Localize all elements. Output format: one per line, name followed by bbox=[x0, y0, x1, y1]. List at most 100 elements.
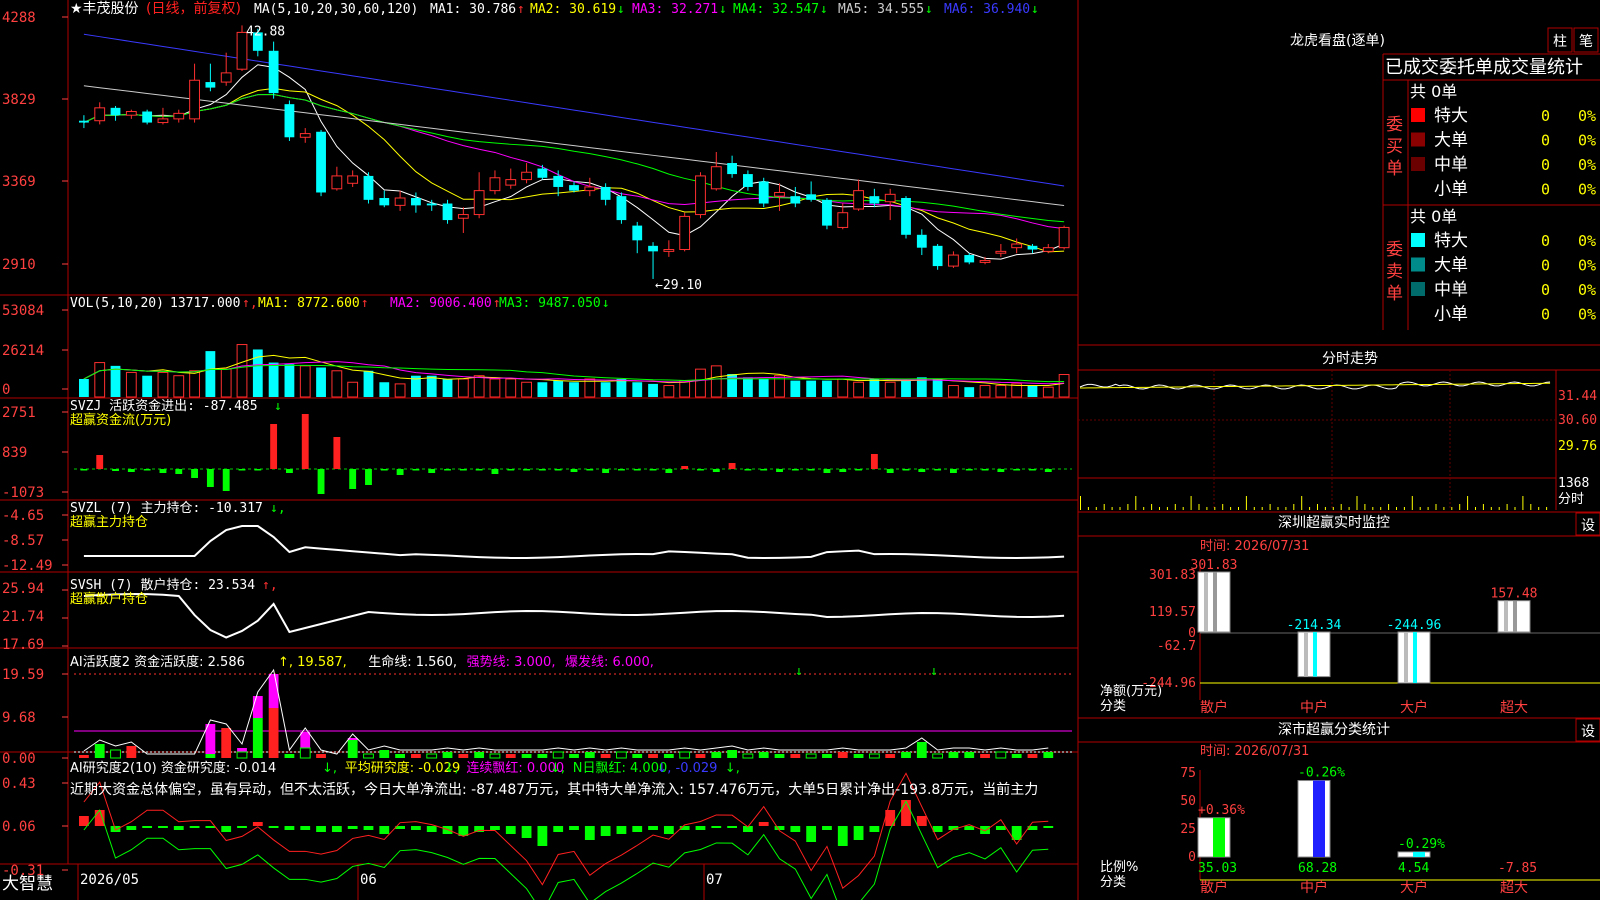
candle-down bbox=[553, 175, 564, 187]
volume-bar-up bbox=[1042, 386, 1054, 398]
row-color-swatch bbox=[1411, 282, 1425, 296]
volume-bar-down bbox=[363, 370, 374, 397]
ma-value: MA4: 32.547 bbox=[733, 2, 819, 17]
sz-settings-label: 设 bbox=[1581, 518, 1595, 534]
ai-active-bar bbox=[316, 754, 326, 758]
ai-active-bar bbox=[648, 754, 658, 758]
svzj-bar bbox=[1044, 469, 1052, 472]
timeshare-vol-tick bbox=[1206, 507, 1208, 510]
side-label: 卖 bbox=[1386, 262, 1403, 282]
sz-tick-label: 301.83 bbox=[1149, 568, 1196, 583]
volume-bar-down bbox=[822, 380, 832, 397]
ai-active-bar-top bbox=[300, 732, 311, 748]
svzj-bar bbox=[349, 469, 357, 489]
volume-bar-up bbox=[94, 362, 106, 398]
svzj-bar bbox=[238, 469, 246, 471]
ai-active-label: AI活跃度2 资金活跃度: 2.586 bbox=[70, 654, 245, 670]
ai-active-bar bbox=[458, 754, 469, 758]
ai-research-bar bbox=[553, 826, 564, 832]
row-color-swatch bbox=[1411, 157, 1425, 171]
candle-down bbox=[916, 234, 927, 248]
volume-bar-down bbox=[616, 378, 627, 397]
ma-label: MA(5,10,20,30,60,120) bbox=[254, 2, 418, 17]
row-pct: 0% bbox=[1578, 132, 1596, 150]
vol-tick-label: 0 bbox=[2, 382, 10, 398]
svzj-bar bbox=[965, 469, 973, 471]
row-count: 0 bbox=[1541, 232, 1550, 250]
ai-research-bar bbox=[521, 826, 532, 838]
price-tick-label: 3829 bbox=[2, 92, 36, 108]
volume-bar-up bbox=[473, 375, 485, 398]
svzj-bar bbox=[396, 469, 404, 475]
timeshare-vol-tick bbox=[1348, 507, 1350, 510]
volume-bar-up bbox=[853, 381, 864, 398]
svzj-bar bbox=[285, 469, 293, 473]
date-label: 06 bbox=[360, 872, 377, 888]
ai-research-part: ↓, bbox=[725, 761, 740, 776]
ai-research-bar bbox=[584, 826, 595, 840]
ai-research-bar bbox=[221, 826, 232, 832]
sz-category: 超大 bbox=[1500, 700, 1528, 716]
price-tick-label: 4288 bbox=[2, 10, 36, 26]
ai-active-bar bbox=[790, 754, 801, 758]
ai-research-comment: 近期大资金总体偏空，虽有异动，但不太活跃，今日大单净流出: -87.487万元，… bbox=[70, 781, 1038, 798]
svzj-bar bbox=[918, 469, 926, 472]
side-label: 委 bbox=[1386, 115, 1403, 135]
ai-research-bar bbox=[964, 826, 975, 830]
candle-down bbox=[379, 198, 390, 206]
svzj-bar bbox=[96, 455, 104, 469]
candle-down bbox=[426, 203, 437, 206]
volume-bar-down bbox=[869, 378, 880, 397]
sz-bar-shade bbox=[1204, 572, 1208, 632]
sc-tick-label: 50 bbox=[1180, 794, 1196, 809]
sz-axis-title: 净额(万元) bbox=[1100, 684, 1162, 699]
ai-active-bar-hollow bbox=[616, 751, 627, 759]
sz-bar-label: 301.83 bbox=[1191, 558, 1238, 573]
row-color-swatch bbox=[1411, 132, 1425, 147]
svzj-bar bbox=[523, 469, 531, 471]
timeshare-vol-tick bbox=[1135, 496, 1137, 510]
side-label: 买 bbox=[1386, 137, 1403, 157]
ai-active-bar bbox=[885, 754, 896, 758]
timeshare-vol-tick bbox=[1103, 504, 1105, 510]
volume-bar-up bbox=[663, 385, 675, 398]
ai-active-bar bbox=[411, 754, 421, 758]
timeshare-vol-tick bbox=[1285, 507, 1287, 510]
timeshare-vol-tick bbox=[1214, 507, 1216, 510]
volume-bar-up bbox=[695, 368, 706, 398]
sc-settings-label: 设 bbox=[1581, 724, 1595, 740]
volume-bar-up bbox=[710, 365, 722, 398]
timeshare-vol-tick bbox=[1467, 496, 1469, 510]
vol-label: VOL(5,10,20) bbox=[70, 296, 164, 311]
candle-down bbox=[901, 198, 911, 235]
timeshare-vol-tick bbox=[1143, 507, 1145, 510]
candle-up bbox=[1058, 226, 1070, 249]
ai-active-bar bbox=[632, 754, 643, 758]
sc-change-label: -0.29% bbox=[1398, 837, 1445, 852]
volume-bar-up bbox=[189, 370, 200, 398]
svzl-label: SVZL (7) 主力持仓: -10.317 bbox=[70, 501, 263, 516]
ai-research-bar bbox=[853, 826, 864, 840]
row-pct: 0% bbox=[1578, 156, 1596, 174]
svzj-bar bbox=[127, 469, 135, 472]
svzj-bar bbox=[254, 469, 262, 471]
svzj-bar bbox=[538, 469, 546, 471]
ai-arrow-marker: ↓ bbox=[795, 664, 803, 679]
timeshare-vol-tick bbox=[1388, 504, 1390, 510]
candle-down bbox=[1027, 245, 1038, 250]
volume-bar-down bbox=[932, 378, 943, 397]
timeshare-vol-tick bbox=[1356, 496, 1358, 510]
svzj-bar bbox=[697, 469, 704, 471]
timeshare-tick: 31.44 bbox=[1558, 389, 1597, 404]
candle-up bbox=[457, 214, 469, 219]
ai-research-bar bbox=[158, 826, 168, 828]
volume-bar-up bbox=[299, 365, 311, 398]
sc-time: 时间: 2026/07/31 bbox=[1200, 744, 1309, 759]
candle-up bbox=[695, 175, 706, 216]
volume-bar-down bbox=[790, 380, 801, 397]
svzj-bar bbox=[602, 469, 610, 473]
ai-active-bar-hollow bbox=[995, 751, 1007, 759]
svzl-tick-label: -8.57 bbox=[2, 533, 44, 549]
row-label: 小单 bbox=[1434, 305, 1468, 325]
timeshare-vol-tick bbox=[1403, 507, 1405, 510]
